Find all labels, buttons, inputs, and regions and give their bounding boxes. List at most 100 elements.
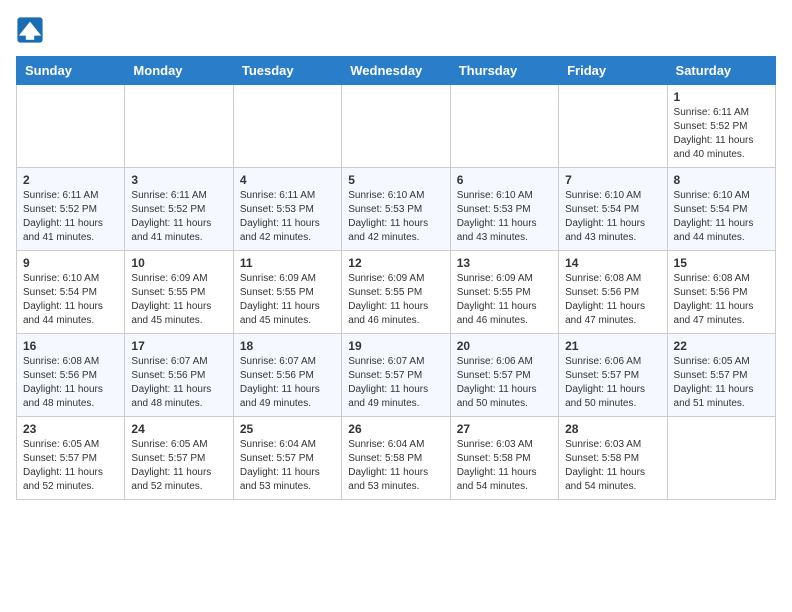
day-number: 8 [674, 173, 769, 187]
calendar-day-cell: 19 Sunrise: 6:07 AMSunset: 5:57 PMDayligh… [342, 334, 450, 417]
day-info: Sunrise: 6:09 AMSunset: 5:55 PMDaylight:… [348, 272, 443, 328]
day-number: 7 [565, 173, 660, 187]
day-number: 10 [131, 256, 226, 270]
calendar-day-cell: 15 Sunrise: 6:08 AMSunset: 5:56 PMDayligh… [667, 251, 775, 334]
calendar-day-cell [667, 417, 775, 500]
calendar-day-cell: 26 Sunrise: 6:04 AMSunset: 5:58 PMDayligh… [342, 417, 450, 500]
calendar-day-cell: 28 Sunrise: 6:03 AMSunset: 5:58 PMDayligh… [559, 417, 667, 500]
day-info: Sunrise: 6:09 AMSunset: 5:55 PMDaylight:… [457, 272, 552, 328]
day-info: Sunrise: 6:07 AMSunset: 5:56 PMDaylight:… [131, 355, 226, 411]
calendar-body: 1 Sunrise: 6:11 AMSunset: 5:52 PMDaylight… [17, 85, 776, 500]
calendar-week-row: 1 Sunrise: 6:11 AMSunset: 5:52 PMDaylight… [17, 85, 776, 168]
weekday-header: Friday [559, 57, 667, 85]
day-info: Sunrise: 6:04 AMSunset: 5:58 PMDaylight:… [348, 438, 443, 494]
day-number: 15 [674, 256, 769, 270]
day-info: Sunrise: 6:10 AMSunset: 5:53 PMDaylight:… [457, 189, 552, 245]
calendar-day-cell: 27Sunrise: 6:03 AMSunset: 5:58 PMDayligh… [450, 417, 558, 500]
calendar-day-cell: 3 Sunrise: 6:11 AMSunset: 5:52 PMDaylight… [125, 168, 233, 251]
calendar-day-cell: 18 Sunrise: 6:07 AMSunset: 5:56 PMDayligh… [233, 334, 341, 417]
calendar-header: SundayMondayTuesdayWednesdayThursdayFrid… [17, 57, 776, 85]
day-info: Sunrise: 6:11 AMSunset: 5:53 PMDaylight:… [240, 189, 335, 245]
day-number: 14 [565, 256, 660, 270]
day-number: 4 [240, 173, 335, 187]
day-number: 25 [240, 422, 335, 436]
calendar-week-row: 16 Sunrise: 6:08 AMSunset: 5:56 PMDayligh… [17, 334, 776, 417]
day-number: 26 [348, 422, 443, 436]
logo-icon [16, 16, 44, 44]
calendar-day-cell [342, 85, 450, 168]
calendar-day-cell [17, 85, 125, 168]
day-number: 18 [240, 339, 335, 353]
calendar-day-cell: 23 Sunrise: 6:05 AMSunset: 5:57 PMDayligh… [17, 417, 125, 500]
day-info: Sunrise: 6:09 AMSunset: 5:55 PMDaylight:… [240, 272, 335, 328]
calendar-day-cell: 6 Sunrise: 6:10 AMSunset: 5:53 PMDaylight… [450, 168, 558, 251]
logo [16, 16, 48, 44]
calendar-day-cell: 16 Sunrise: 6:08 AMSunset: 5:56 PMDayligh… [17, 334, 125, 417]
calendar-day-cell: 25 Sunrise: 6:04 AMSunset: 5:57 PMDayligh… [233, 417, 341, 500]
day-number: 24 [131, 422, 226, 436]
day-number: 11 [240, 256, 335, 270]
calendar-day-cell: 13 Sunrise: 6:09 AMSunset: 5:55 PMDayligh… [450, 251, 558, 334]
weekday-header: Tuesday [233, 57, 341, 85]
day-info: Sunrise: 6:11 AMSunset: 5:52 PMDaylight:… [674, 106, 769, 162]
day-info: Sunrise: 6:09 AMSunset: 5:55 PMDaylight:… [131, 272, 226, 328]
day-number: 28 [565, 422, 660, 436]
day-number: 16 [23, 339, 118, 353]
day-info: Sunrise: 6:05 AMSunset: 5:57 PMDaylight:… [23, 438, 118, 494]
calendar-day-cell: 21Sunrise: 6:06 AMSunset: 5:57 PMDayligh… [559, 334, 667, 417]
calendar-day-cell [233, 85, 341, 168]
calendar-day-cell: 24 Sunrise: 6:05 AMSunset: 5:57 PMDayligh… [125, 417, 233, 500]
calendar-day-cell: 4 Sunrise: 6:11 AMSunset: 5:53 PMDaylight… [233, 168, 341, 251]
calendar-day-cell: 20 Sunrise: 6:06 AMSunset: 5:57 PMDayligh… [450, 334, 558, 417]
page-header [16, 16, 776, 44]
day-info: Sunrise: 6:10 AMSunset: 5:54 PMDaylight:… [565, 189, 660, 245]
calendar-day-cell: 7 Sunrise: 6:10 AMSunset: 5:54 PMDaylight… [559, 168, 667, 251]
day-number: 13 [457, 256, 552, 270]
day-info: Sunrise: 6:07 AMSunset: 5:57 PMDaylight:… [348, 355, 443, 411]
day-number: 5 [348, 173, 443, 187]
day-number: 6 [457, 173, 552, 187]
weekday-header: Sunday [17, 57, 125, 85]
day-info: Sunrise: 6:03 AMSunset: 5:58 PMDaylight:… [565, 438, 660, 494]
weekday-header: Saturday [667, 57, 775, 85]
calendar-day-cell: 2 Sunrise: 6:11 AMSunset: 5:52 PMDaylight… [17, 168, 125, 251]
day-info: Sunrise: 6:08 AMSunset: 5:56 PMDaylight:… [565, 272, 660, 328]
day-info: Sunrise: 6:04 AMSunset: 5:57 PMDaylight:… [240, 438, 335, 494]
calendar-day-cell: 14 Sunrise: 6:08 AMSunset: 5:56 PMDayligh… [559, 251, 667, 334]
day-info: Sunrise: 6:10 AMSunset: 5:53 PMDaylight:… [348, 189, 443, 245]
day-info: Sunrise: 6:08 AMSunset: 5:56 PMDaylight:… [23, 355, 118, 411]
calendar-week-row: 2 Sunrise: 6:11 AMSunset: 5:52 PMDaylight… [17, 168, 776, 251]
day-number: 9 [23, 256, 118, 270]
calendar-day-cell [450, 85, 558, 168]
weekday-header: Thursday [450, 57, 558, 85]
day-info: Sunrise: 6:10 AMSunset: 5:54 PMDaylight:… [674, 189, 769, 245]
calendar-day-cell: 10 Sunrise: 6:09 AMSunset: 5:55 PMDayligh… [125, 251, 233, 334]
calendar-day-cell: 5 Sunrise: 6:10 AMSunset: 5:53 PMDaylight… [342, 168, 450, 251]
day-info: Sunrise: 6:06 AMSunset: 5:57 PMDaylight:… [565, 355, 660, 411]
calendar-day-cell: 8 Sunrise: 6:10 AMSunset: 5:54 PMDaylight… [667, 168, 775, 251]
calendar-week-row: 23 Sunrise: 6:05 AMSunset: 5:57 PMDayligh… [17, 417, 776, 500]
calendar-day-cell: 17 Sunrise: 6:07 AMSunset: 5:56 PMDayligh… [125, 334, 233, 417]
calendar-day-cell: 11 Sunrise: 6:09 AMSunset: 5:55 PMDayligh… [233, 251, 341, 334]
day-number: 17 [131, 339, 226, 353]
day-number: 3 [131, 173, 226, 187]
day-info: Sunrise: 6:05 AMSunset: 5:57 PMDaylight:… [131, 438, 226, 494]
calendar-day-cell: 1 Sunrise: 6:11 AMSunset: 5:52 PMDaylight… [667, 85, 775, 168]
weekday-header-row: SundayMondayTuesdayWednesdayThursdayFrid… [17, 57, 776, 85]
day-number: 20 [457, 339, 552, 353]
day-number: 19 [348, 339, 443, 353]
day-info: Sunrise: 6:07 AMSunset: 5:56 PMDaylight:… [240, 355, 335, 411]
day-number: 22 [674, 339, 769, 353]
day-info: Sunrise: 6:11 AMSunset: 5:52 PMDaylight:… [131, 189, 226, 245]
weekday-header: Monday [125, 57, 233, 85]
calendar-day-cell: 9Sunrise: 6:10 AMSunset: 5:54 PMDaylight… [17, 251, 125, 334]
day-info: Sunrise: 6:06 AMSunset: 5:57 PMDaylight:… [457, 355, 552, 411]
calendar-day-cell: 22 Sunrise: 6:05 AMSunset: 5:57 PMDayligh… [667, 334, 775, 417]
day-number: 1 [674, 90, 769, 104]
day-number: 23 [23, 422, 118, 436]
day-info: Sunrise: 6:03 AMSunset: 5:58 PMDaylight:… [457, 438, 552, 494]
day-number: 2 [23, 173, 118, 187]
day-info: Sunrise: 6:11 AMSunset: 5:52 PMDaylight:… [23, 189, 118, 245]
day-info: Sunrise: 6:05 AMSunset: 5:57 PMDaylight:… [674, 355, 769, 411]
day-info: Sunrise: 6:08 AMSunset: 5:56 PMDaylight:… [674, 272, 769, 328]
